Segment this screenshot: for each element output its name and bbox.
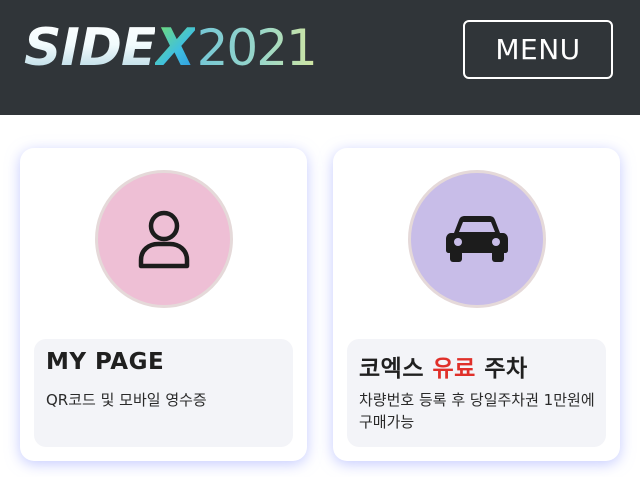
logo-text-year: 2021 (197, 16, 318, 80)
menu-button[interactable]: MENU (463, 20, 613, 79)
parking-info-box: 코엑스 유료 주차 차량번호 등록 후 당일주차권 1만원에 구매가능 (347, 339, 606, 447)
parking-title-highlight: 유료 (432, 356, 476, 382)
parking-title-prefix: 코엑스 (359, 356, 433, 382)
sidex-2021-logo[interactable]: SIDE X 2021 (24, 16, 318, 80)
top-header: SIDE X 2021 MENU (0, 0, 640, 115)
my-page-info-box: MY PAGE QR코드 및 모바일 영수증 (34, 339, 293, 447)
my-page-icon-circle (95, 170, 233, 308)
car-icon (445, 214, 509, 264)
parking-icon-circle (408, 170, 546, 308)
user-icon (136, 208, 192, 270)
card-coex-parking[interactable]: 코엑스 유료 주차 차량번호 등록 후 당일주차권 1만원에 구매가능 (333, 148, 620, 461)
logo-text-main: SIDE (24, 18, 156, 78)
my-page-title: MY PAGE (46, 349, 165, 375)
logo-text-x: X (155, 18, 195, 78)
parking-title: 코엑스 유료 주차 (359, 349, 528, 383)
card-my-page[interactable]: MY PAGE QR코드 및 모바일 영수증 (20, 148, 307, 461)
my-page-description: QR코드 및 모바일 영수증 (46, 391, 207, 409)
parking-title-suffix: 주차 (475, 356, 528, 382)
parking-description: 차량번호 등록 후 당일주차권 1만원에 구매가능 (359, 391, 595, 431)
